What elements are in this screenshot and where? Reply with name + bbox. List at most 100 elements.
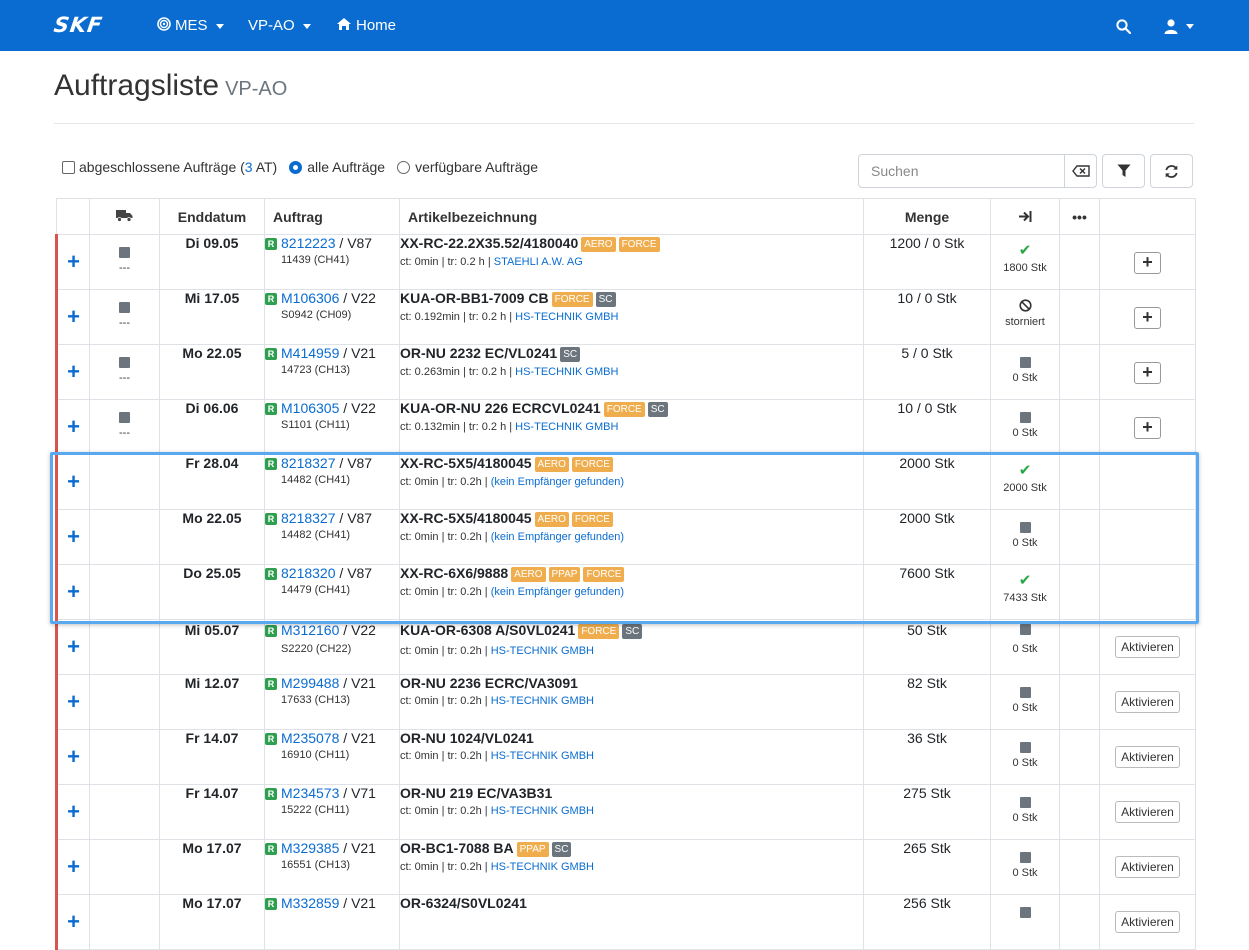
search-icon: [1116, 18, 1131, 34]
expand-row-button[interactable]: +: [58, 361, 89, 383]
search-clear-button[interactable]: [1064, 155, 1096, 187]
expand-row-button[interactable]: +: [58, 801, 89, 823]
available-orders-radio[interactable]: [397, 160, 411, 174]
nav-search-button[interactable]: [1116, 16, 1131, 36]
col-artikel-header[interactable]: Artikelbezeichnung: [399, 198, 864, 235]
status-text: storniert: [1005, 316, 1045, 328]
article-cycle-time: ct: 0min | tr: 0.2h |: [400, 531, 491, 543]
recipient-link[interactable]: HS-TECHNIK GMBH: [491, 861, 594, 873]
expand-row-button[interactable]: +: [58, 911, 89, 933]
add-button[interactable]: +: [1134, 362, 1161, 384]
search-input[interactable]: [859, 155, 1064, 187]
table-row[interactable]: + Mo 22.05 R 8218327 / V87 14482 (CH41) XX…: [55, 509, 1196, 565]
recipient-link[interactable]: (kein Empfänger gefunden): [491, 531, 624, 543]
order-number-link[interactable]: M106306: [281, 290, 339, 306]
order-number-link[interactable]: M235078: [281, 730, 339, 746]
nav-user-dropdown[interactable]: [1164, 16, 1194, 36]
expand-row-button[interactable]: +: [58, 416, 89, 438]
filter-button[interactable]: [1102, 154, 1145, 188]
table-row[interactable]: + Fr 28.04 R 8218327 / V87 14482 (CH41) XX…: [55, 454, 1196, 510]
expand-row-button[interactable]: +: [58, 746, 89, 768]
quantity: 256 Stk: [863, 894, 991, 950]
table-row[interactable]: + Mo 17.07 R M332859 / V21 OR-6324/S0VL02…: [55, 894, 1196, 950]
order-version: V21: [351, 840, 376, 856]
col-auftrag-header[interactable]: Auftrag: [264, 198, 400, 235]
order-number-link[interactable]: 8212223: [281, 235, 336, 251]
quantity: 2000 Stk: [863, 509, 991, 565]
expand-row-button[interactable]: +: [58, 581, 89, 603]
closed-orders-checkbox[interactable]: [62, 160, 75, 174]
order-number-link[interactable]: M414959: [281, 345, 339, 361]
table-row[interactable]: + Fr 14.07 R M234573 / V71 15222 (CH11) OR…: [55, 784, 1196, 840]
activate-button[interactable]: Aktivieren: [1115, 911, 1180, 933]
expand-row-button[interactable]: +: [58, 856, 89, 878]
table-row[interactable]: + Do 25.05 R 8218320 / V87 14479 (CH41) XX…: [55, 564, 1196, 620]
table-row[interactable]: + --- Di 09.05 R 8212223 / V87 11439 (CH41…: [55, 234, 1196, 290]
table-row[interactable]: + Mi 12.07 R M299488 / V21 17633 (CH13) OR…: [55, 674, 1196, 730]
activate-button[interactable]: Aktivieren: [1115, 746, 1180, 768]
nav-mes-dropdown[interactable]: MES: [157, 16, 224, 36]
chevron-down-icon: [302, 23, 311, 29]
activate-button[interactable]: Aktivieren: [1115, 691, 1180, 713]
expand-row-button[interactable]: +: [58, 251, 89, 273]
recipient-link[interactable]: HS-TECHNIK GMBH: [491, 645, 594, 657]
recipient-link[interactable]: HS-TECHNIK GMBH: [491, 750, 594, 762]
all-orders-radio[interactable]: [289, 160, 303, 174]
recipient-link[interactable]: HS-TECHNIK GMBH: [491, 695, 594, 707]
recipient-link[interactable]: HS-TECHNIK GMBH: [491, 805, 594, 817]
nav-vpao-dropdown[interactable]: VP-AO: [248, 16, 311, 36]
order-version: V87: [347, 565, 373, 581]
order-number-link[interactable]: M312160: [281, 622, 339, 638]
closed-orders-label[interactable]: abgeschlossene Aufträge (3 AT): [79, 159, 277, 175]
recipient-link[interactable]: HS-TECHNIK GMBH: [515, 421, 618, 433]
recipient-link[interactable]: HS-TECHNIK GMBH: [515, 366, 618, 378]
tag-force: FORCE: [551, 292, 593, 307]
nav-home-link[interactable]: Home: [336, 16, 396, 36]
table-row[interactable]: + --- Mo 22.05 R M414959 / V21 14723 (CH13…: [55, 344, 1196, 400]
available-orders-label[interactable]: verfügbare Aufträge: [415, 159, 538, 175]
user-icon: [1164, 18, 1178, 34]
table-row[interactable]: + Fr 14.07 R M235078 / V21 16910 (CH11) OR…: [55, 729, 1196, 785]
add-button[interactable]: +: [1134, 417, 1161, 439]
recipient-link[interactable]: (kein Empfänger gefunden): [491, 586, 624, 598]
order-sub: S1101 (CH11): [281, 419, 350, 431]
col-enddatum-header[interactable]: Enddatum: [159, 198, 265, 235]
expand-row-button[interactable]: +: [58, 691, 89, 713]
col-transport-header[interactable]: [89, 198, 160, 235]
recipient-link[interactable]: (kein Empfänger gefunden): [491, 476, 624, 488]
page-title: Auftragsliste VP-AO: [54, 68, 287, 107]
table-row[interactable]: + Mi 05.07 R M312160 / V22 S2220 (CH22) KU…: [55, 619, 1196, 675]
recipient-link[interactable]: STAEHLI A.W. AG: [494, 256, 583, 268]
skf-logo[interactable]: SKF: [52, 13, 104, 37]
table-row[interactable]: + Mo 17.07 R M329385 / V21 16551 (CH13) OR…: [55, 839, 1196, 895]
add-button[interactable]: +: [1134, 307, 1161, 329]
recipient-link[interactable]: HS-TECHNIK GMBH: [515, 311, 618, 323]
closed-orders-count[interactable]: 3: [245, 159, 253, 175]
order-sub: 11439 (CH41): [281, 254, 350, 266]
table-row[interactable]: + --- Mi 17.05 R M106306 / V22 S0942 (CH09…: [55, 289, 1196, 345]
expand-row-button[interactable]: +: [58, 471, 89, 493]
refresh-button[interactable]: [1150, 154, 1193, 188]
order-sub: 17633 (CH13): [281, 694, 351, 706]
add-button[interactable]: +: [1134, 252, 1161, 274]
expand-row-button[interactable]: +: [58, 526, 89, 548]
transport-status-icon: [119, 357, 130, 368]
order-number-link[interactable]: 8218320: [281, 565, 336, 581]
col-menge-header[interactable]: Menge: [863, 198, 991, 235]
expand-row-button[interactable]: +: [58, 306, 89, 328]
order-number-link[interactable]: 8218327: [281, 510, 336, 526]
order-number-link[interactable]: M106305: [281, 400, 339, 416]
col-more-header[interactable]: •••: [1059, 198, 1100, 235]
order-number-link[interactable]: M299488: [281, 675, 339, 691]
col-status-header[interactable]: [990, 198, 1060, 235]
order-number-link[interactable]: M332859: [281, 895, 339, 911]
expand-row-button[interactable]: +: [58, 636, 89, 658]
activate-button[interactable]: Aktivieren: [1115, 856, 1180, 878]
order-number-link[interactable]: M329385: [281, 840, 339, 856]
all-orders-label[interactable]: alle Aufträge: [307, 159, 385, 175]
activate-button[interactable]: Aktivieren: [1115, 801, 1180, 823]
order-number-link[interactable]: 8218327: [281, 455, 336, 471]
table-row[interactable]: + --- Di 06.06 R M106305 / V22 S1101 (CH11…: [55, 399, 1196, 455]
activate-button[interactable]: Aktivieren: [1115, 636, 1180, 658]
order-number-link[interactable]: M234573: [281, 785, 339, 801]
